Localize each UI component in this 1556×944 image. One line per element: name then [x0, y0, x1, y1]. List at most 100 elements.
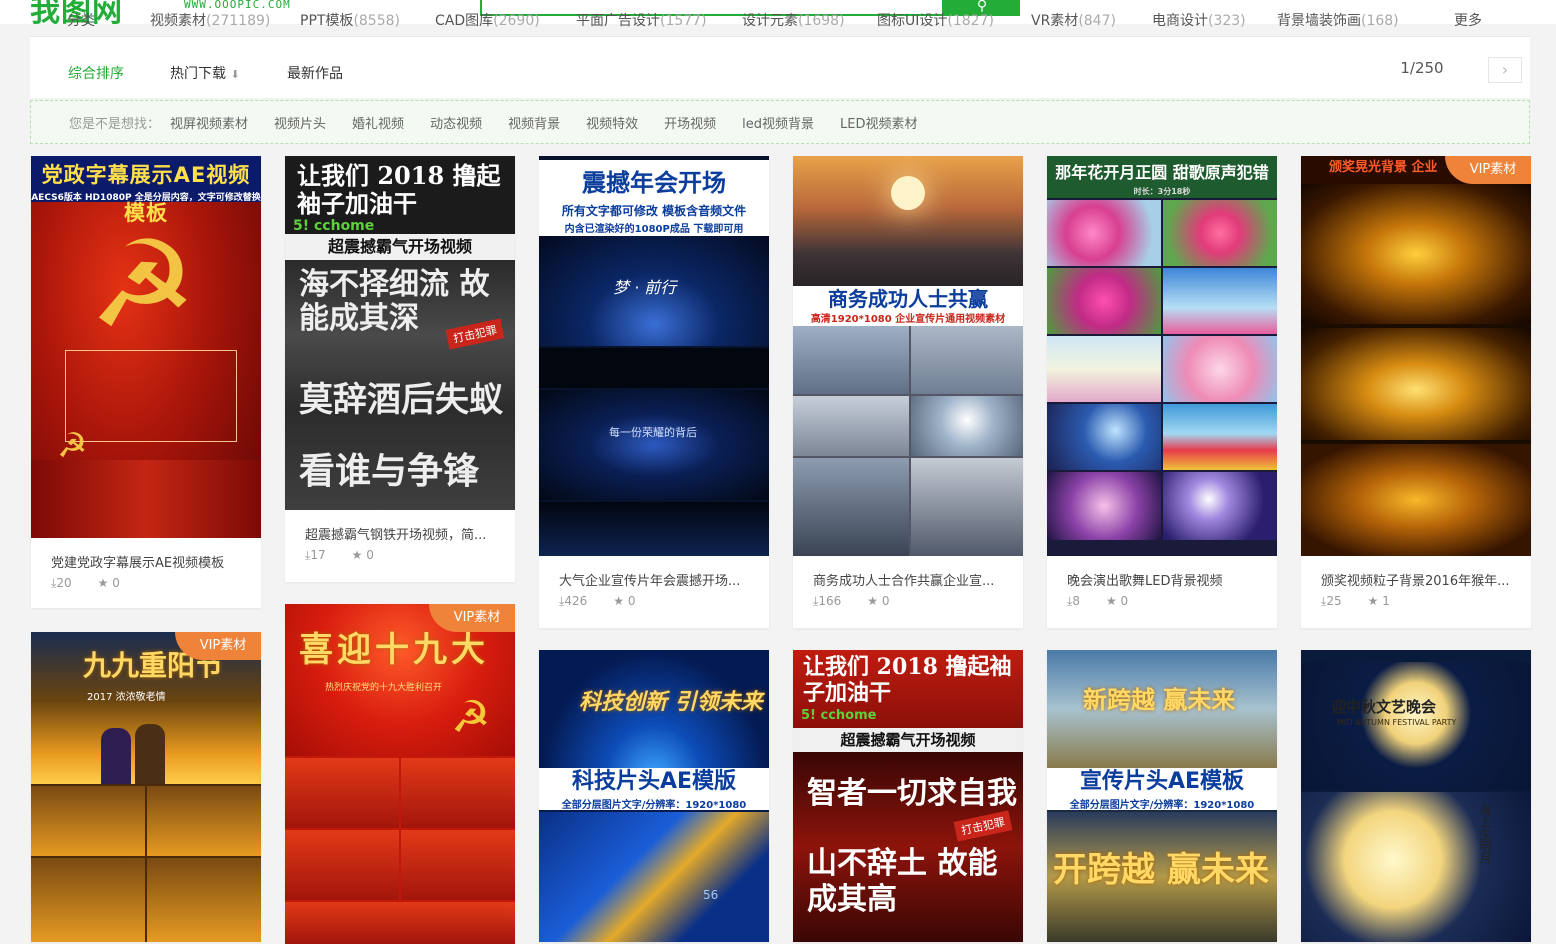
- like-count[interactable]: ★ 0: [352, 548, 374, 563]
- category-item[interactable]: 图标UI设计(1827): [877, 10, 994, 30]
- like-count[interactable]: ★ 0: [98, 576, 120, 591]
- card-thumbnail[interactable]: 那年花开月正圆 甜歌原声犯错 时长：3分18秒: [1047, 156, 1277, 556]
- thumb-subtitle: 超震撼霸气开场视频: [793, 728, 1023, 752]
- preview-strip: [1047, 200, 1161, 266]
- download-count: ⤓8: [1067, 594, 1080, 608]
- preview-strip: 每一份荣耀的背后: [539, 390, 769, 500]
- card-thumbnail[interactable]: 新跨越 赢未来 宣传片头AE模板 全部分层图片文字/分辨率：1920*1080 …: [1047, 650, 1277, 942]
- preview-strip: 迎中秋文艺晚会 MID AUTUMN FESTIVAL PARTY: [1301, 662, 1531, 790]
- preview-strip: [31, 858, 145, 942]
- suggestion-link[interactable]: 动态视频: [430, 113, 482, 132]
- material-card[interactable]: 科技创新 引领未来 科技片头AE模版 全部分层图片文字/分辨率：1920*108…: [539, 650, 769, 942]
- preview-strip: [285, 830, 399, 900]
- like-count[interactable]: ★ 0: [613, 594, 635, 609]
- card-title[interactable]: 晚会演出歌舞LED背景视频: [1047, 556, 1277, 590]
- thumb-subtitle: 2017 浓浓敬老情: [87, 692, 166, 703]
- preview-strip: [793, 156, 1023, 286]
- category-item[interactable]: 平面广告设计(1577): [576, 10, 707, 30]
- material-card[interactable]: 那年花开月正圆 甜歌原声犯错 时长：3分18秒 晚会演出歌舞LED背景视频 ⤓8…: [1047, 156, 1277, 628]
- preview-strip: [1301, 184, 1531, 324]
- material-card[interactable]: 颁奖晃光背景 企业 VIP素材 颁奖视频粒子背景2016年猴年... ⤓25 ★…: [1301, 156, 1531, 628]
- material-card[interactable]: 新跨越 赢未来 宣传片头AE模板 全部分层图片文字/分辨率：1920*1080 …: [1047, 650, 1277, 942]
- suggestion-link[interactable]: led视频背景: [742, 113, 814, 132]
- search-input[interactable]: [480, 0, 944, 16]
- card-title[interactable]: 超震撼霸气钢铁开场视频，简...: [285, 510, 515, 544]
- category-item[interactable]: 更多: [1454, 10, 1482, 30]
- thumb-subtitle: 所有文字都可修改 模板含音频文件: [561, 204, 747, 218]
- card-meta: ⤓20 ★ 0: [31, 572, 261, 591]
- thumb-subtitle: MID AUTUMN FESTIVAL PARTY: [1337, 718, 1457, 727]
- preview-strip: [147, 858, 261, 942]
- scene-text: 56: [703, 888, 719, 902]
- suggestion-link[interactable]: 视频特效: [586, 113, 638, 132]
- card-thumbnail[interactable]: 商务成功人士共赢 高清1920*1080 企业宣传片通用视频素材: [793, 156, 1023, 556]
- arrow-down-icon: ⬇: [230, 68, 240, 81]
- card-title[interactable]: 大气企业宣传片年会震撼开场...: [539, 556, 769, 590]
- material-card[interactable]: 震撼年会开场 所有文字都可修改 模板含音频文件 内含已渲染好的1080P成品 下…: [539, 156, 769, 628]
- card-thumbnail[interactable]: 迎中秋文艺晚会 MID AUTUMN FESTIVAL PARTY 海上生明月: [1301, 650, 1531, 942]
- material-card[interactable]: 商务成功人士共赢 高清1920*1080 企业宣传片通用视频素材 商务成功人士合…: [793, 156, 1023, 628]
- star-icon: ★: [613, 594, 624, 608]
- sort-comprehensive[interactable]: 综合排序: [68, 63, 124, 83]
- category-item[interactable]: 视频素材(271189): [150, 10, 270, 30]
- thumb-subtitle: 热烈庆祝党的十九大胜利召开: [325, 683, 443, 693]
- like-count[interactable]: ★ 0: [867, 594, 889, 609]
- card-title[interactable]: 商务成功人士合作共赢企业宣...: [793, 556, 1023, 590]
- category-item[interactable]: VR素材(847): [1031, 10, 1116, 30]
- preview-strip: [1163, 336, 1277, 402]
- like-count[interactable]: ★ 1: [1368, 594, 1390, 609]
- vip-badge: VIP素材: [175, 632, 261, 660]
- category-item[interactable]: 设计元素(1698): [742, 10, 845, 30]
- thumb-subtitle: 全部分层图片文字/分辨率：1920*1080: [561, 800, 747, 811]
- category-item[interactable]: 电商设计(323): [1152, 10, 1246, 30]
- card-meta: ⤓426 ★ 0: [539, 590, 769, 609]
- next-page-button[interactable]: ›: [1488, 57, 1522, 83]
- preview-strip: 新跨越 赢未来: [1047, 650, 1277, 768]
- material-card[interactable]: 九九重阳节 2017 浓浓敬老情 VIP素材: [31, 632, 261, 942]
- sort-hot-download[interactable]: 热门下载 ⬇: [170, 63, 240, 83]
- download-count: ⤓17: [305, 548, 326, 562]
- card-title[interactable]: 颁奖视频粒子背景2016年猴年...: [1301, 556, 1531, 590]
- material-card[interactable]: 让我们 2018 撸起袖子加油干 5! cchome 超震撼霸气开场视频 智者一…: [793, 650, 1023, 942]
- suggestion-link[interactable]: 视频片头: [274, 113, 326, 132]
- suggestion-link[interactable]: 视频背景: [508, 113, 560, 132]
- preview-strip: 海上生明月: [1301, 792, 1531, 942]
- preview-strip: [401, 758, 515, 828]
- card-thumbnail[interactable]: 科技创新 引领未来 科技片头AE模版 全部分层图片文字/分辨率：1920*108…: [539, 650, 769, 942]
- preview-strip: 开跨越 赢未来: [1047, 812, 1277, 942]
- card-thumbnail[interactable]: 让我们 2018 撸起袖子加油干 5! cchome 超震撼霸气开场视频 海不择…: [285, 156, 515, 510]
- card-meta: ⤓17 ★ 0: [285, 544, 515, 563]
- material-card[interactable]: 迎中秋文艺晚会 MID AUTUMN FESTIVAL PARTY 海上生明月: [1301, 650, 1531, 942]
- card-thumbnail[interactable]: 震撼年会开场 所有文字都可修改 模板含音频文件 内含已渲染好的1080P成品 下…: [539, 156, 769, 556]
- card-meta: ⤓166 ★ 0: [793, 590, 1023, 609]
- card-thumbnail[interactable]: 颁奖晃光背景 企业 VIP素材: [1301, 156, 1531, 556]
- scene-text: 开跨越 赢未来: [1053, 850, 1269, 890]
- calligraphy-line: 看谁与争锋: [299, 450, 480, 492]
- figure: [101, 728, 131, 784]
- category-item[interactable]: CAD图库(2690): [435, 10, 540, 30]
- suggestion-link[interactable]: 婚礼视频: [352, 113, 404, 132]
- suggestion-link[interactable]: 开场视频: [664, 113, 716, 132]
- scene-text: 海上生明月: [1478, 804, 1492, 864]
- category-item[interactable]: 背景墙装饰画(168): [1277, 10, 1399, 30]
- suggestion-link[interactable]: 视屏视频素材: [170, 113, 248, 132]
- like-count[interactable]: ★ 0: [1106, 594, 1128, 609]
- card-thumbnail[interactable]: 喜迎十九大 热烈庆祝党的十九大胜利召开 ☭ VIP素材: [285, 604, 515, 944]
- card-thumbnail[interactable]: 九九重阳节 2017 浓浓敬老情 VIP素材: [31, 632, 261, 942]
- download-count: ⤓25: [1321, 594, 1342, 608]
- material-card[interactable]: 喜迎十九大 热烈庆祝党的十九大胜利召开 ☭ VIP素材: [285, 604, 515, 944]
- category-item[interactable]: 分类: [67, 10, 95, 30]
- category-item[interactable]: PPT模板(8558): [300, 10, 400, 30]
- card-title[interactable]: 党建党政字幕展示AE视频模板: [31, 538, 261, 572]
- material-card[interactable]: 党政字幕展示AE视频模板 AECS6版本 HD1080P 全是分层内容，文字可修…: [31, 156, 261, 608]
- suggestion-link[interactable]: LED视频素材: [840, 113, 917, 132]
- material-card[interactable]: 让我们 2018 撸起袖子加油干 5! cchome 超震撼霸气开场视频 海不择…: [285, 156, 515, 582]
- preview-strip: [539, 348, 769, 388]
- card-thumbnail[interactable]: 让我们 2018 撸起袖子加油干 5! cchome 超震撼霸气开场视频 智者一…: [793, 650, 1023, 942]
- vip-badge: VIP素材: [1445, 156, 1531, 184]
- card-thumbnail[interactable]: 党政字幕展示AE视频模板 AECS6版本 HD1080P 全是分层内容，文字可修…: [31, 156, 261, 538]
- star-icon: ★: [97, 576, 109, 590]
- card-meta: ⤓8 ★ 0: [1047, 590, 1277, 609]
- sort-newest[interactable]: 最新作品: [287, 63, 343, 83]
- card-meta: ⤓25 ★ 1: [1301, 590, 1531, 609]
